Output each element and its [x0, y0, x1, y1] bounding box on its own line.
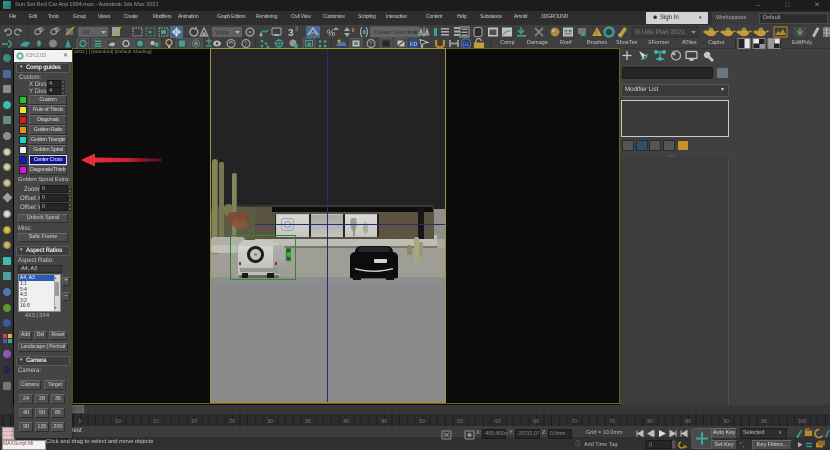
svg-text:55: 55	[457, 419, 463, 425]
svg-text:80: 80	[647, 419, 653, 425]
svg-text:10: 10	[115, 419, 121, 425]
svg-text:25: 25	[229, 419, 235, 425]
svg-text:65: 65	[533, 419, 539, 425]
svg-text:70: 70	[571, 419, 577, 425]
svg-text:View: View	[215, 30, 229, 37]
svg-text:35: 35	[305, 419, 311, 425]
svg-text:15: 15	[153, 419, 159, 425]
svg-text:3: 3	[288, 28, 294, 38]
svg-text:100: 100	[798, 419, 807, 425]
svg-text:3: 3	[295, 27, 299, 33]
svg-text:45: 45	[381, 419, 387, 425]
svg-text:95: 95	[761, 419, 767, 425]
svg-text:All: All	[82, 30, 90, 37]
svg-text:Create Selection Se: Create Selection Se	[374, 30, 426, 36]
svg-text:20: 20	[191, 419, 197, 425]
svg-text:0: 0	[649, 443, 652, 449]
svg-text:75: 75	[609, 419, 615, 425]
svg-text:30: 30	[267, 419, 273, 425]
svg-text:60: 60	[495, 419, 501, 425]
svg-text:40: 40	[343, 419, 349, 425]
svg-text:5: 5	[79, 419, 82, 425]
svg-text:90: 90	[723, 419, 729, 425]
svg-text:G.Ude Plan 2021: G.Ude Plan 2021	[635, 29, 685, 36]
svg-text:50: 50	[419, 419, 425, 425]
svg-text:85: 85	[685, 419, 691, 425]
